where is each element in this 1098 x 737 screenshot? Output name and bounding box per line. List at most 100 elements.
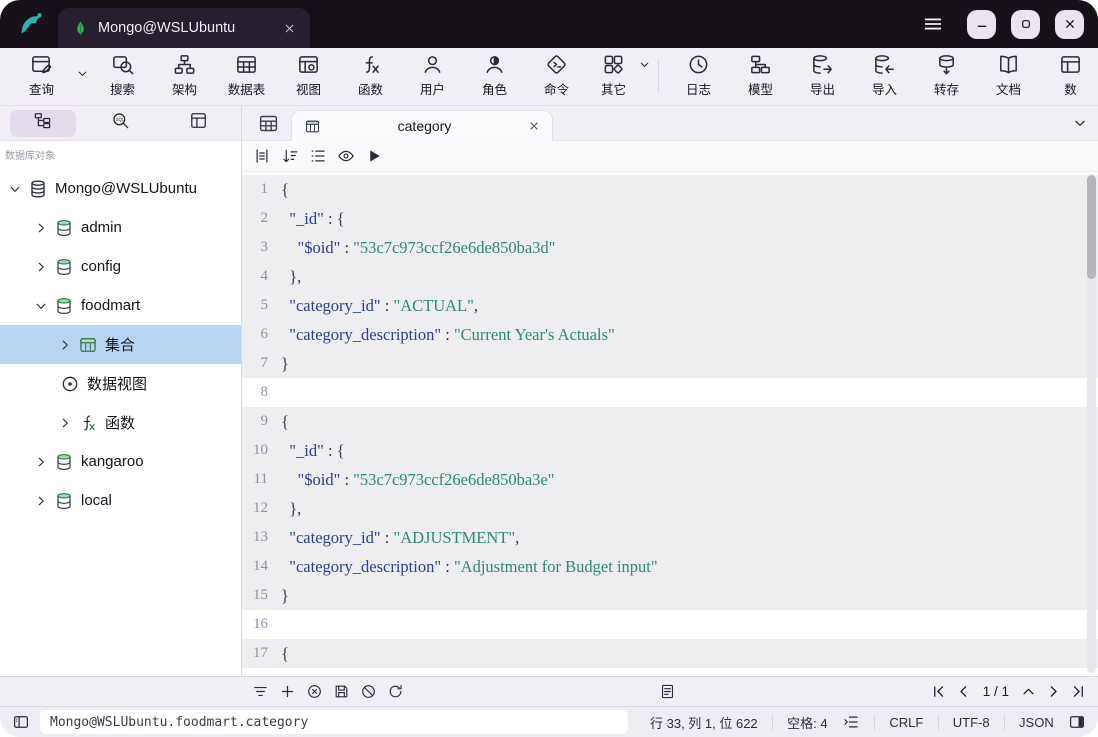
add-record-icon[interactable]: [279, 683, 296, 700]
code-line-8[interactable]: 8: [242, 378, 1098, 407]
toolbar-users-button[interactable]: 用户: [403, 50, 462, 101]
toolbar-import-button[interactable]: 导入: [855, 50, 914, 101]
sort-icon[interactable]: [281, 147, 299, 165]
code-line-1[interactable]: 1{: [242, 175, 1098, 204]
line-ending[interactable]: CRLF: [889, 715, 923, 730]
toolbar-documents-label: 文档: [996, 79, 1021, 98]
toolbar-query-button[interactable]: 查询: [12, 50, 71, 101]
indent-setting[interactable]: 空格: 4: [787, 713, 827, 732]
toolbar-query-dropdown[interactable]: [74, 51, 90, 100]
encoding[interactable]: UTF-8: [953, 715, 990, 730]
json-editor[interactable]: 1{2 "_id" : {3 "$oid" : "53c7c973ccf26e6…: [242, 172, 1098, 676]
tree-item-data-views[interactable]: 数据视图: [0, 364, 241, 403]
toolbar-schema-label: 架构: [172, 79, 197, 98]
toolbar-roles-button[interactable]: 角色: [465, 50, 524, 101]
toggle-right-panel-icon[interactable]: [1068, 713, 1086, 731]
sidebar-tab-schema-view[interactable]: [165, 110, 231, 137]
indent-icon[interactable]: [842, 713, 860, 731]
chevron-down-icon[interactable]: [8, 182, 26, 196]
connection-tab[interactable]: Mongo@WSLUbuntu: [58, 8, 310, 48]
code-line-14[interactable]: 14 "category_description" : "Adjustment …: [242, 552, 1098, 581]
chevron-down-icon[interactable]: [34, 299, 52, 313]
close-button[interactable]: [1055, 10, 1084, 39]
collapse-panel-icon[interactable]: [1021, 684, 1036, 699]
save-record-icon[interactable]: [333, 683, 350, 700]
toolbar-commands-button[interactable]: 命令: [527, 50, 586, 101]
chevron-right-icon[interactable]: [34, 260, 52, 274]
tree-item-collections[interactable]: 集合: [0, 325, 241, 364]
format-view-icon[interactable]: [253, 147, 271, 165]
scrollbar-thumb[interactable]: [1087, 175, 1096, 279]
code-line-10[interactable]: 10 "_id" : {: [242, 436, 1098, 465]
chevron-right-icon[interactable]: [58, 416, 76, 430]
object-path[interactable]: Mongo@WSLUbuntu.foodmart.category: [40, 710, 628, 734]
tree-item-config[interactable]: config: [0, 247, 241, 286]
previous-page-icon[interactable]: [956, 684, 971, 699]
object-tab-icon[interactable]: [258, 113, 279, 134]
chevron-right-icon[interactable]: [58, 338, 76, 352]
code-line-5[interactable]: 5 "category_id" : "ACTUAL",: [242, 291, 1098, 320]
tree-item-kangaroo[interactable]: kangaroo: [0, 442, 241, 481]
tree-item-functions[interactable]: 函数: [0, 403, 241, 442]
tab-category-close-icon[interactable]: [528, 120, 540, 132]
outline-list-icon[interactable]: [309, 147, 327, 165]
code-line-17[interactable]: 17{: [242, 639, 1098, 668]
maximize-button[interactable]: [1011, 10, 1040, 39]
toolbar-others-button[interactable]: 其它: [589, 50, 648, 101]
toolbar-dump-button[interactable]: 转存: [917, 50, 976, 101]
toolbar-views-button[interactable]: 视图: [279, 50, 338, 101]
vertical-scrollbar[interactable]: [1087, 175, 1096, 673]
code-line-13[interactable]: 13 "category_id" : "ADJUSTMENT",: [242, 523, 1098, 552]
code-line-6[interactable]: 6 "category_description" : "Current Year…: [242, 320, 1098, 349]
code-line-3[interactable]: 3 "$oid" : "53c7c973ccf26e6de850ba3d": [242, 233, 1098, 262]
file-format[interactable]: JSON: [1019, 715, 1054, 730]
functions-icon: [359, 53, 382, 76]
line-content: "category_id" : "ACTUAL",: [281, 291, 478, 320]
toolbar-functions-button[interactable]: 函数: [341, 50, 400, 101]
code-line-2[interactable]: 2 "_id" : {: [242, 204, 1098, 233]
tab-close-icon[interactable]: [283, 22, 296, 35]
code-line-9[interactable]: 9{: [242, 407, 1098, 436]
toolbar-logs-button[interactable]: 日志: [669, 50, 728, 101]
code-line-15[interactable]: 15}: [242, 581, 1098, 610]
toolbar-export-button[interactable]: 导出: [793, 50, 852, 101]
toolbar-search-button[interactable]: 搜索: [93, 50, 152, 101]
run-icon[interactable]: [365, 147, 383, 165]
code-line-16[interactable]: 16: [242, 610, 1098, 639]
tree-item-label: foodmart: [81, 297, 140, 314]
tab-category[interactable]: category: [291, 110, 553, 141]
toolbar-tables-button[interactable]: 数据表: [217, 50, 276, 101]
menu-icon[interactable]: [922, 13, 944, 35]
form-view-icon[interactable]: [659, 683, 676, 700]
chevron-down-icon[interactable]: [638, 58, 651, 76]
discard-changes-icon[interactable]: [360, 683, 377, 700]
code-line-7[interactable]: 7}: [242, 349, 1098, 378]
chevron-right-icon[interactable]: [34, 494, 52, 508]
delete-record-icon[interactable]: [306, 683, 323, 700]
refresh-icon[interactable]: [387, 683, 404, 700]
toolbar-documents-button[interactable]: 文档: [979, 50, 1038, 101]
line-content: "category_description" : "Adjustment for…: [281, 552, 658, 581]
code-line-12[interactable]: 12 },: [242, 494, 1098, 523]
toggle-sidebar-icon[interactable]: [12, 713, 30, 731]
sidebar-tab-objects[interactable]: [10, 110, 76, 137]
chevron-right-icon[interactable]: [34, 221, 52, 235]
sidebar-tab-sql-search[interactable]: SQL: [87, 110, 153, 137]
tree-item-foodmart[interactable]: foodmart: [0, 286, 241, 325]
chevron-right-icon[interactable]: [34, 455, 52, 469]
tree-item-local[interactable]: local: [0, 481, 241, 520]
tree-item-admin[interactable]: admin: [0, 208, 241, 247]
tab-list-chevron-icon[interactable]: [1072, 115, 1088, 131]
tree-item-mongo-connection[interactable]: Mongo@WSLUbuntu: [0, 169, 241, 208]
toolbar-models-button[interactable]: 模型: [731, 50, 790, 101]
first-page-icon[interactable]: [931, 684, 946, 699]
filter-icon[interactable]: [252, 683, 269, 700]
next-page-icon[interactable]: [1046, 684, 1061, 699]
code-line-11[interactable]: 11 "$oid" : "53c7c973ccf26e6de850ba3e": [242, 465, 1098, 494]
toolbar-data-generation-button[interactable]: 数: [1041, 50, 1098, 101]
preview-eye-icon[interactable]: [337, 147, 355, 165]
last-page-icon[interactable]: [1071, 684, 1086, 699]
toolbar-schema-button[interactable]: 架构: [155, 50, 214, 101]
code-line-4[interactable]: 4 },: [242, 262, 1098, 291]
minimize-button[interactable]: [967, 10, 996, 39]
